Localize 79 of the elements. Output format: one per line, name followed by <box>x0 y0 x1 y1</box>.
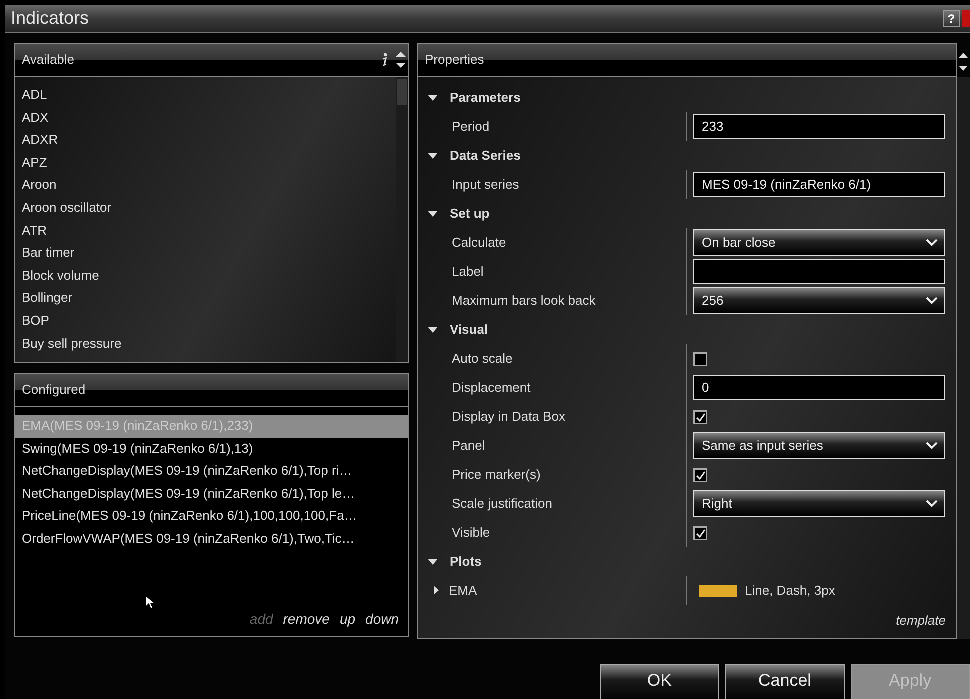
list-item[interactable]: BOP <box>15 310 396 333</box>
list-item[interactable]: APZ <box>15 152 396 174</box>
list-item[interactable]: ADXR <box>15 129 396 152</box>
panel-title: Properties <box>425 51 484 70</box>
property-label: EMA <box>449 582 478 600</box>
info-icon[interactable] <box>381 53 388 67</box>
property-label: Maximum bars look back <box>452 292 596 310</box>
list-item[interactable]: ATR <box>15 220 396 242</box>
scroll-down-icon[interactable] <box>959 66 968 71</box>
help-button[interactable]: ? <box>943 10 960 27</box>
list-item[interactable]: Bar timer <box>15 242 396 265</box>
list-item[interactable]: Buy sell pressure <box>15 332 396 356</box>
list-item[interactable]: OrderFlowVWAP(MES 09-19 (ninZaRenko 6/1),Two,Tic… <box>15 528 408 551</box>
dropdown[interactable]: 256 <box>693 287 945 314</box>
checkbox[interactable] <box>693 352 707 366</box>
scrollbar[interactable] <box>957 77 970 639</box>
collapse-icon[interactable] <box>428 210 438 216</box>
checkbox[interactable] <box>693 526 707 540</box>
scrollbar[interactable] <box>396 77 408 362</box>
action-link[interactable]: down <box>356 609 399 630</box>
group-title: Data Series <box>450 146 521 165</box>
list-item[interactable]: NetChangeDisplay(MES 09-19 (ninZaRenko 6/1),Top ri… <box>15 460 408 483</box>
cursor-icon <box>146 596 156 610</box>
scrollbar-thumb[interactable] <box>397 79 407 105</box>
list-item[interactable]: ADL <box>15 84 396 107</box>
checkbox[interactable] <box>693 468 707 482</box>
color-swatch[interactable] <box>699 584 737 596</box>
list-item[interactable]: Swing(MES 09-19 (ninZaRenko 6/1),13) <box>15 438 408 460</box>
panel-title: Configured <box>22 381 86 400</box>
dropdown[interactable]: Right <box>693 490 945 517</box>
panel-title: Available <box>22 51 75 70</box>
group-title: Plots <box>450 552 482 571</box>
checkbox[interactable] <box>693 410 707 424</box>
chevron-icon <box>926 500 938 508</box>
dialog-button[interactable]: OK <box>600 664 720 699</box>
property-label: Display in Data Box <box>452 408 566 426</box>
dialog-button[interactable]: Cancel <box>725 664 845 699</box>
plot-style: Line, Dash, 3px <box>745 582 836 600</box>
property-label: Price marker(s) <box>452 466 541 484</box>
list-item[interactable]: Bollinger <box>15 287 396 310</box>
property-label: Input series <box>452 176 520 194</box>
chevron-icon <box>926 442 938 450</box>
property-label: Label <box>452 262 484 281</box>
group-title: Set up <box>450 204 490 223</box>
action-link[interactable]: up <box>330 609 356 630</box>
text-field[interactable]: 0 <box>693 375 945 400</box>
chevron-icon <box>926 238 938 246</box>
collapse-icon[interactable] <box>428 94 438 100</box>
property-label: Visible <box>452 524 490 542</box>
list-item[interactable]: Aroon <box>15 174 396 197</box>
list-item[interactable]: Aroon oscillator <box>15 196 396 220</box>
template-link[interactable]: template <box>896 612 946 628</box>
text-field[interactable]: 233 <box>693 114 945 139</box>
scroll-down-icon[interactable] <box>396 63 406 68</box>
expand-icon[interactable] <box>434 586 439 595</box>
list-item[interactable]: ADX <box>15 106 396 130</box>
scroll-up-icon[interactable] <box>959 53 968 58</box>
property-label: Displacement <box>452 378 531 397</box>
collapse-icon[interactable] <box>428 152 438 158</box>
group-title: Visual <box>450 320 488 339</box>
text-field[interactable] <box>693 259 945 284</box>
property-label: Panel <box>452 436 486 455</box>
group-title: Parameters <box>450 88 521 107</box>
property-label: Period <box>452 118 490 136</box>
list-item[interactable]: NetChangeDisplay(MES 09-19 (ninZaRenko 6/1),Top le… <box>15 482 408 506</box>
property-label: Scale justification <box>452 494 552 513</box>
scroll-up-icon[interactable] <box>396 52 406 57</box>
window-title: Indicators <box>11 7 90 30</box>
dropdown[interactable]: Same as input series <box>693 432 945 459</box>
text-field[interactable]: MES 09-19 (ninZaRenko 6/1) <box>693 172 945 197</box>
collapse-icon[interactable] <box>428 326 438 332</box>
action-link[interactable]: remove <box>273 609 330 630</box>
property-label: Auto scale <box>452 350 513 368</box>
property-label: Calculate <box>452 234 506 252</box>
collapse-icon[interactable] <box>428 558 438 564</box>
list-item[interactable]: Block volume <box>15 264 396 288</box>
list-item[interactable]: PriceLine(MES 09-19 (ninZaRenko 6/1),100,100,100,Fa… <box>15 505 408 528</box>
dropdown[interactable]: On bar close <box>693 229 945 256</box>
chevron-icon <box>926 296 938 304</box>
